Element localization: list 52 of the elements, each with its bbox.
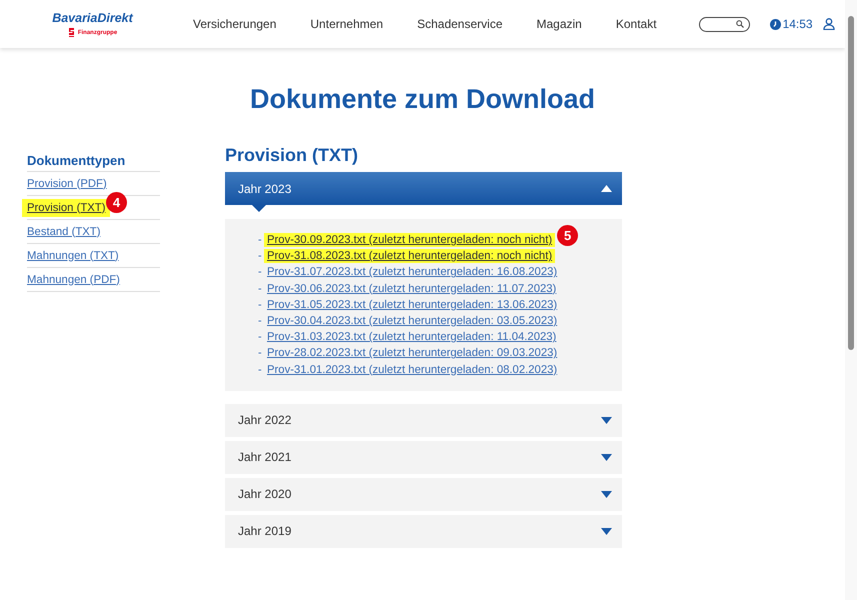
- search-icon: [736, 20, 744, 28]
- expand-arrow-icon: [601, 454, 612, 461]
- list-dash: -: [258, 364, 263, 376]
- nav-link[interactable]: Kontakt: [616, 17, 657, 31]
- year-accordion-header[interactable]: Jahr 2023: [225, 172, 622, 205]
- year-accordion-header[interactable]: Jahr 2022: [225, 404, 622, 437]
- list-dash: -: [258, 266, 263, 278]
- document-type-link[interactable]: Bestand (TXT): [27, 226, 100, 238]
- file-download-link[interactable]: Prov-30.06.2023.txt (zuletzt heruntergeladen: 11.07.2023): [267, 282, 556, 295]
- list-dash: -: [258, 347, 263, 360]
- opening-time: 14:53: [782, 17, 813, 31]
- file-download-link[interactable]: Prov-31.03.2023.txt (zuletzt heruntergeladen: 11.04.2023): [267, 331, 556, 344]
- nav-link[interactable]: Magazin: [536, 17, 582, 31]
- list-dash: -: [258, 331, 263, 344]
- document-type-link[interactable]: Mahnungen (TXT): [27, 250, 119, 262]
- pointer-notch: [252, 205, 266, 212]
- document-type-link[interactable]: Provision (TXT): [22, 198, 110, 216]
- list-dash: -: [258, 250, 263, 262]
- file-download-link[interactable]: Prov-28.02.2023.txt (zuletzt heruntergeladen: 09.03.2023): [267, 347, 558, 360]
- logo-name[interactable]: BavariaDirekt: [52, 11, 133, 25]
- search-field[interactable]: [698, 16, 750, 32]
- file-download-link[interactable]: Prov-31.08.2023.txt (zuletzt heruntergeladen: noch nicht): [264, 249, 556, 264]
- clock-icon: [770, 18, 781, 30]
- file-download-link[interactable]: Prov-31.01.2023.txt (zuletzt heruntergeladen: 08.02.2023): [267, 364, 558, 376]
- sidebar-heading: Dokumenttypen: [27, 153, 160, 172]
- year-accordion-header[interactable]: Jahr 2019: [225, 514, 622, 548]
- year-accordion-header[interactable]: Jahr 2020: [225, 478, 622, 511]
- file-download-link[interactable]: Prov-30.09.2023.txt (zuletzt heruntergeladen: noch nicht): [264, 233, 556, 248]
- section-title: Provision (TXT): [225, 145, 360, 166]
- year-accordion-header[interactable]: Jahr 2021: [225, 440, 622, 474]
- file-download-link[interactable]: Prov-31.05.2023.txt (zuletzt heruntergeladen: 13.06.2023): [267, 298, 558, 311]
- list-dash: -: [258, 234, 263, 246]
- document-type-link[interactable]: Mahnungen (PDF): [27, 274, 120, 286]
- page-title: Dokumente zum Download: [248, 84, 596, 115]
- expand-arrow-icon: [601, 490, 612, 498]
- step-badge: 5: [557, 224, 578, 246]
- list-dash: -: [258, 298, 263, 311]
- scrollbar[interactable]: [845, 0, 857, 600]
- list-dash: -: [258, 282, 263, 295]
- expand-arrow-icon: [601, 528, 612, 535]
- user-icon[interactable]: [822, 18, 835, 30]
- collapse-arrow-icon: [601, 185, 612, 192]
- savings-bank-logo-icon: [68, 28, 75, 37]
- nav-link[interactable]: Versicherungen: [193, 17, 276, 31]
- list-dash: -: [258, 315, 263, 328]
- document-type-link[interactable]: Provision (PDF): [27, 178, 107, 190]
- step-badge: 4: [106, 192, 127, 213]
- file-download-link[interactable]: Prov-31.07.2023.txt (zuletzt heruntergeladen: 16.08.2023): [267, 266, 558, 278]
- file-download-link[interactable]: Prov-30.04.2023.txt (zuletzt heruntergeladen: 03.05.2023): [267, 315, 558, 328]
- expand-arrow-icon: [601, 416, 612, 424]
- nav-link[interactable]: Schadenservice: [417, 17, 502, 31]
- nav-link[interactable]: Unternehmen: [310, 17, 384, 31]
